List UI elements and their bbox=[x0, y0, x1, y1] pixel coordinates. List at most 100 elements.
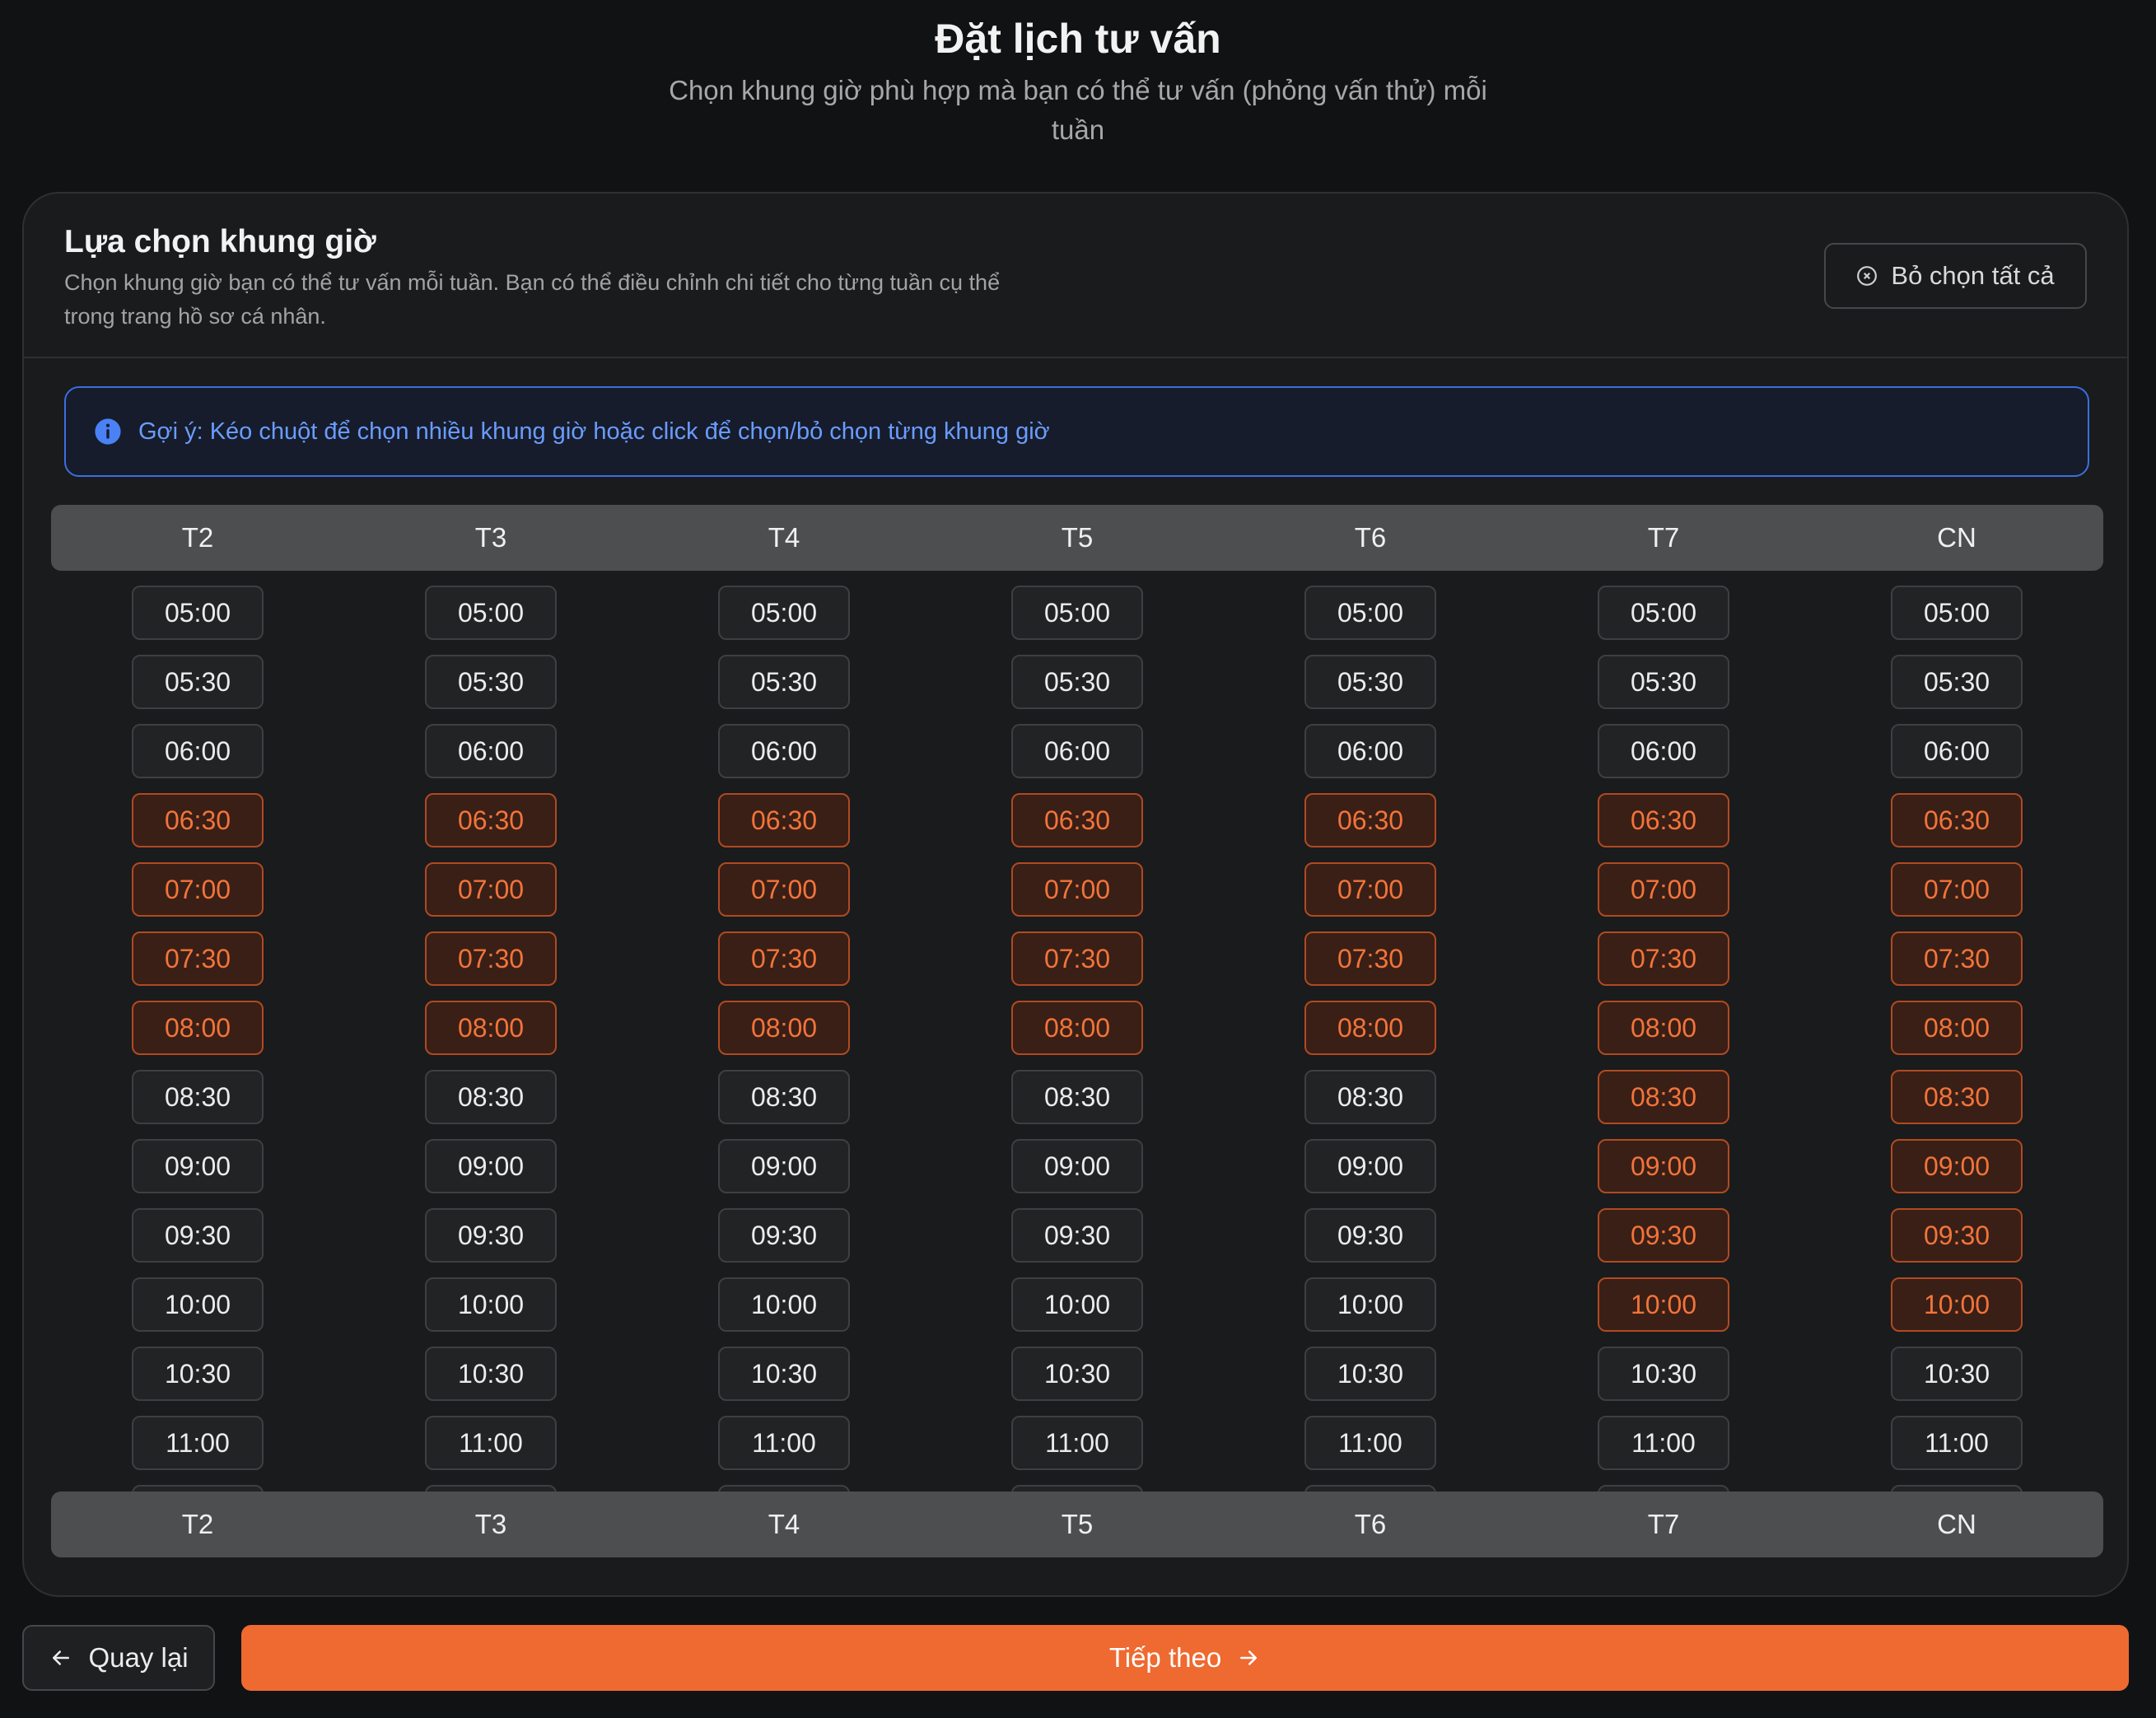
timeslot[interactable]: 10:00 bbox=[425, 1277, 557, 1332]
timeslot[interactable]: 10:30 bbox=[425, 1347, 557, 1401]
timeslot[interactable]: 07:30 bbox=[1011, 931, 1143, 986]
timeslot[interactable]: 09:30 bbox=[1891, 1208, 2023, 1263]
timeslot-partial[interactable] bbox=[1011, 1485, 1143, 1492]
timeslot-partial[interactable] bbox=[1304, 1485, 1436, 1492]
timeslot[interactable]: 10:30 bbox=[718, 1347, 850, 1401]
timeslot[interactable]: 10:30 bbox=[1011, 1347, 1143, 1401]
timeslot[interactable]: 08:00 bbox=[1598, 1001, 1729, 1055]
timeslot[interactable]: 05:30 bbox=[1598, 655, 1729, 709]
timeslot[interactable]: 06:30 bbox=[1011, 793, 1143, 847]
timeslot[interactable]: 05:30 bbox=[132, 655, 264, 709]
timeslot[interactable]: 07:00 bbox=[718, 862, 850, 917]
timeslot[interactable]: 06:30 bbox=[425, 793, 557, 847]
timeslot[interactable]: 08:30 bbox=[132, 1070, 264, 1124]
timeslot[interactable]: 06:30 bbox=[132, 793, 264, 847]
timeslot[interactable]: 07:30 bbox=[1891, 931, 2023, 986]
timeslot[interactable]: 11:00 bbox=[132, 1416, 264, 1470]
timeslot[interactable]: 05:30 bbox=[1304, 655, 1436, 709]
timeslot[interactable]: 05:00 bbox=[425, 586, 557, 640]
timeslot[interactable]: 07:00 bbox=[425, 862, 557, 917]
timeslot[interactable]: 11:00 bbox=[718, 1416, 850, 1470]
timeslot[interactable]: 06:30 bbox=[1598, 793, 1729, 847]
timeslot[interactable]: 05:30 bbox=[1891, 655, 2023, 709]
timeslot[interactable]: 05:00 bbox=[1891, 586, 2023, 640]
timeslot[interactable]: 07:00 bbox=[1891, 862, 2023, 917]
timeslot[interactable]: 07:00 bbox=[132, 862, 264, 917]
timeslot[interactable]: 09:00 bbox=[1891, 1139, 2023, 1193]
timeslot[interactable]: 06:00 bbox=[425, 724, 557, 778]
timeslot[interactable]: 07:30 bbox=[718, 931, 850, 986]
timeslot[interactable]: 09:30 bbox=[425, 1208, 557, 1263]
timeslot[interactable]: 10:30 bbox=[1891, 1347, 2023, 1401]
timeslot[interactable]: 06:00 bbox=[718, 724, 850, 778]
timeslot[interactable]: 10:30 bbox=[1304, 1347, 1436, 1401]
timeslot[interactable]: 10:00 bbox=[1304, 1277, 1436, 1332]
timeslot[interactable]: 11:00 bbox=[1011, 1416, 1143, 1470]
timeslot[interactable]: 07:00 bbox=[1598, 862, 1729, 917]
timeslot[interactable]: 07:30 bbox=[132, 931, 264, 986]
timeslot[interactable]: 05:00 bbox=[132, 586, 264, 640]
timeslot[interactable]: 07:00 bbox=[1011, 862, 1143, 917]
timeslot[interactable]: 06:00 bbox=[1011, 724, 1143, 778]
timeslot[interactable]: 06:00 bbox=[1891, 724, 2023, 778]
timeslot[interactable]: 06:30 bbox=[718, 793, 850, 847]
timeslot[interactable]: 08:30 bbox=[1304, 1070, 1436, 1124]
timeslot[interactable]: 08:30 bbox=[425, 1070, 557, 1124]
timeslot[interactable]: 05:00 bbox=[718, 586, 850, 640]
timeslot[interactable]: 06:00 bbox=[1304, 724, 1436, 778]
timeslot[interactable]: 09:00 bbox=[718, 1139, 850, 1193]
timeslot-partial[interactable] bbox=[1891, 1485, 2023, 1492]
timeslot[interactable]: 05:30 bbox=[1011, 655, 1143, 709]
timeslot[interactable]: 06:30 bbox=[1304, 793, 1436, 847]
timeslot[interactable]: 09:30 bbox=[1011, 1208, 1143, 1263]
timeslot[interactable]: 10:00 bbox=[718, 1277, 850, 1332]
timeslot[interactable]: 07:30 bbox=[1304, 931, 1436, 986]
timeslot[interactable]: 08:00 bbox=[718, 1001, 850, 1055]
timeslot[interactable]: 10:00 bbox=[132, 1277, 264, 1332]
timeslot[interactable]: 09:00 bbox=[1011, 1139, 1143, 1193]
timeslot[interactable]: 11:00 bbox=[425, 1416, 557, 1470]
timeslot[interactable]: 09:30 bbox=[132, 1208, 264, 1263]
timeslot-partial[interactable] bbox=[718, 1485, 850, 1492]
timeslot[interactable]: 10:00 bbox=[1598, 1277, 1729, 1332]
timeslot[interactable]: 09:30 bbox=[1304, 1208, 1436, 1263]
timeslot[interactable]: 08:00 bbox=[1891, 1001, 2023, 1055]
timeslot-grid[interactable]: 05:00 05:30 06:00 06:30 07:00 07:30 08:00 08:30… bbox=[51, 571, 2103, 1492]
timeslot[interactable]: 08:30 bbox=[1598, 1070, 1729, 1124]
timeslot[interactable]: 10:00 bbox=[1011, 1277, 1143, 1332]
timeslot[interactable]: 08:00 bbox=[1304, 1001, 1436, 1055]
timeslot[interactable]: 05:00 bbox=[1598, 586, 1729, 640]
timeslot[interactable]: 08:30 bbox=[1011, 1070, 1143, 1124]
next-button[interactable]: Tiếp theo bbox=[241, 1625, 2129, 1691]
timeslot[interactable]: 05:30 bbox=[425, 655, 557, 709]
timeslot[interactable]: 09:30 bbox=[718, 1208, 850, 1263]
timeslot[interactable]: 09:00 bbox=[1598, 1139, 1729, 1193]
timeslot[interactable]: 08:00 bbox=[132, 1001, 264, 1055]
timeslot[interactable]: 10:30 bbox=[1598, 1347, 1729, 1401]
timeslot[interactable]: 10:00 bbox=[1891, 1277, 2023, 1332]
timeslot[interactable]: 09:00 bbox=[132, 1139, 264, 1193]
timeslot[interactable]: 08:00 bbox=[425, 1001, 557, 1055]
back-button[interactable]: Quay lại bbox=[22, 1625, 215, 1691]
timeslot[interactable]: 07:00 bbox=[1304, 862, 1436, 917]
timeslot-partial[interactable] bbox=[425, 1485, 557, 1492]
timeslot[interactable]: 07:30 bbox=[1598, 931, 1729, 986]
timeslot[interactable]: 11:00 bbox=[1891, 1416, 2023, 1470]
timeslot[interactable]: 11:00 bbox=[1598, 1416, 1729, 1470]
timeslot[interactable]: 06:30 bbox=[1891, 793, 2023, 847]
timeslot[interactable]: 11:00 bbox=[1304, 1416, 1436, 1470]
timeslot[interactable]: 05:00 bbox=[1304, 586, 1436, 640]
timeslot[interactable]: 07:30 bbox=[425, 931, 557, 986]
timeslot[interactable]: 06:00 bbox=[132, 724, 264, 778]
timeslot[interactable]: 05:00 bbox=[1011, 586, 1143, 640]
timeslot[interactable]: 05:30 bbox=[718, 655, 850, 709]
timeslot[interactable]: 09:00 bbox=[1304, 1139, 1436, 1193]
timeslot[interactable]: 09:00 bbox=[425, 1139, 557, 1193]
timeslot[interactable]: 10:30 bbox=[132, 1347, 264, 1401]
timeslot-partial[interactable] bbox=[1598, 1485, 1729, 1492]
timeslot[interactable]: 06:00 bbox=[1598, 724, 1729, 778]
timeslot[interactable]: 08:30 bbox=[718, 1070, 850, 1124]
clear-all-button[interactable]: Bỏ chọn tất cả bbox=[1824, 243, 2087, 309]
timeslot[interactable]: 08:00 bbox=[1011, 1001, 1143, 1055]
timeslot[interactable]: 08:30 bbox=[1891, 1070, 2023, 1124]
